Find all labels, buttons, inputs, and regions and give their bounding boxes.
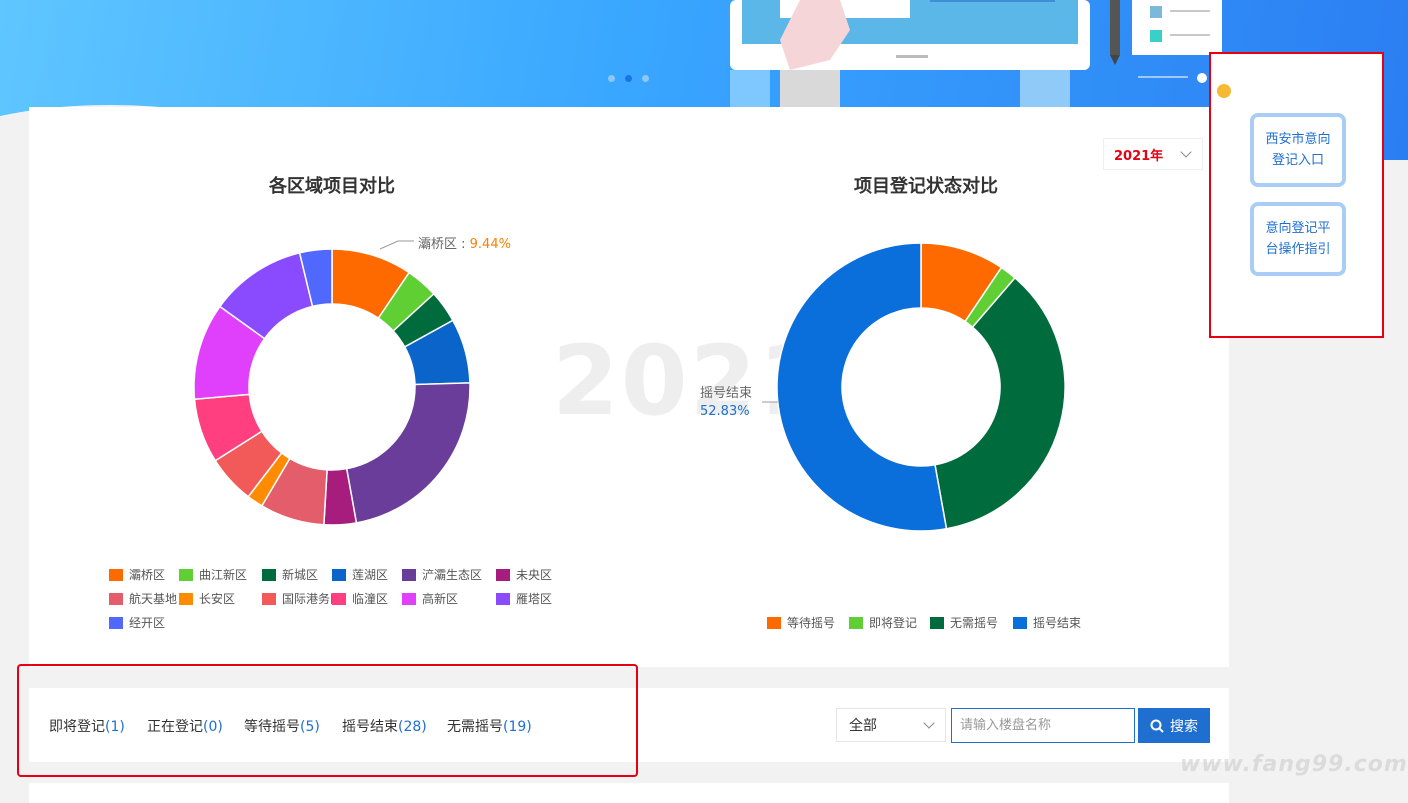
legend-item[interactable]: 等待摇号 — [767, 614, 835, 631]
legend-label: 临潼区 — [352, 592, 389, 606]
guide-label: 意向登记平台操作指引 — [1265, 221, 1331, 257]
legend-item[interactable]: 即将登记 — [849, 614, 917, 631]
legend-item[interactable]: 经开区 — [109, 614, 165, 631]
legend-swatch — [262, 568, 276, 581]
legend-swatch — [496, 592, 510, 605]
legend-item[interactable]: 莲湖区 — [332, 566, 388, 583]
legend-label: 未央区 — [516, 568, 553, 582]
tab-upcoming-registration[interactable]: 即将登记(1) — [49, 716, 125, 736]
tab-awaiting-lottery[interactable]: 等待摇号(5) — [244, 716, 320, 736]
legend-label: 曲江新区 — [199, 568, 248, 582]
legend-item[interactable]: 未央区 — [496, 566, 552, 583]
register-entry-button[interactable]: 西安市意向登记入口 — [1250, 113, 1346, 187]
tab-count: 28 — [403, 719, 422, 735]
guide-button[interactable]: 意向登记平台操作指引 — [1250, 202, 1346, 276]
tab-label: 正在登记 — [147, 719, 203, 735]
legend-item[interactable]: 航天基地 — [109, 590, 177, 607]
legend-swatch — [402, 568, 416, 581]
year-dropdown[interactable]: 2021年 — [1103, 138, 1203, 170]
legend-swatch — [930, 616, 944, 629]
legend-item[interactable]: 雁塔区 — [496, 590, 552, 607]
legend-swatch — [402, 592, 416, 605]
legend-swatch — [332, 568, 346, 581]
legend-swatch — [496, 568, 510, 581]
legend-swatch — [262, 592, 276, 605]
legend-label: 航天基地 — [129, 592, 178, 606]
legend-label: 等待摇号 — [787, 616, 836, 630]
right-callout-label: 摇号结束 — [700, 386, 753, 401]
legend-label: 长安区 — [199, 592, 236, 606]
tab-count: 19 — [508, 719, 527, 735]
legend-label: 新城区 — [282, 568, 319, 582]
legend-item[interactable]: 新城区 — [262, 566, 318, 583]
legend-label: 无需摇号 — [950, 616, 999, 630]
legend-label: 雁塔区 — [516, 592, 553, 606]
right-callout-value: 52.83% — [700, 404, 750, 419]
tab-label: 摇号结束 — [342, 719, 398, 735]
chevron-down-icon — [923, 717, 935, 729]
tab-count: 0 — [208, 719, 218, 735]
chevron-down-icon — [1180, 146, 1192, 158]
legend-swatch — [109, 616, 123, 629]
tab-no-lottery[interactable]: 无需摇号(19) — [447, 716, 532, 736]
legend-swatch — [767, 616, 781, 629]
legend-item[interactable]: 灞桥区 — [109, 566, 165, 583]
legend-swatch — [849, 616, 863, 629]
legend-swatch — [109, 568, 123, 581]
tab-count: 1 — [110, 719, 120, 735]
search-button-label: 搜索 — [1170, 718, 1198, 735]
register-entry-label: 西安市意向登记入口 — [1265, 132, 1331, 168]
type-dropdown-value: 全部 — [849, 718, 877, 734]
type-dropdown[interactable]: 全部 — [836, 708, 946, 742]
legend-item[interactable]: 长安区 — [179, 590, 235, 607]
legend-label: 灞桥区 — [129, 568, 166, 582]
site-watermark: www.fang99.com — [1180, 752, 1408, 777]
legend-item[interactable]: 高新区 — [402, 590, 458, 607]
legend-label: 高新区 — [422, 592, 459, 606]
tab-label: 无需摇号 — [447, 719, 503, 735]
tab-count: 5 — [305, 719, 315, 735]
legend-item[interactable]: 无需摇号 — [930, 614, 998, 631]
legend-swatch — [332, 592, 346, 605]
banner-ball-decoration — [1217, 84, 1231, 98]
legend-item[interactable]: 临潼区 — [332, 590, 388, 607]
legend-item[interactable]: 摇号结束 — [1013, 614, 1081, 631]
legend-item[interactable]: 国际港务区 — [262, 590, 342, 607]
side-link-panel — [1209, 52, 1384, 338]
legend-label: 经开区 — [129, 616, 166, 630]
legend-label: 浐灞生态区 — [422, 568, 483, 582]
search-icon — [1150, 719, 1164, 733]
legend-item[interactable]: 浐灞生态区 — [402, 566, 482, 583]
legend-label: 即将登记 — [869, 616, 918, 630]
legend-label: 摇号结束 — [1033, 616, 1082, 630]
legend-swatch — [109, 592, 123, 605]
tab-registering[interactable]: 正在登记(0) — [147, 716, 223, 736]
legend-swatch — [1013, 616, 1027, 629]
tab-lottery-finished[interactable]: 摇号结束(28) — [342, 716, 427, 736]
legend-swatch — [179, 568, 193, 581]
tab-label: 等待摇号 — [244, 719, 300, 735]
search-input[interactable] — [951, 708, 1135, 743]
legend-swatch — [179, 592, 193, 605]
tab-label: 即将登记 — [49, 719, 105, 735]
search-button[interactable]: 搜索 — [1138, 708, 1210, 743]
legend-label: 莲湖区 — [352, 568, 389, 582]
year-dropdown-value: 2021年 — [1114, 148, 1164, 164]
legend-item[interactable]: 曲江新区 — [179, 566, 247, 583]
list-area-start — [29, 783, 1229, 803]
